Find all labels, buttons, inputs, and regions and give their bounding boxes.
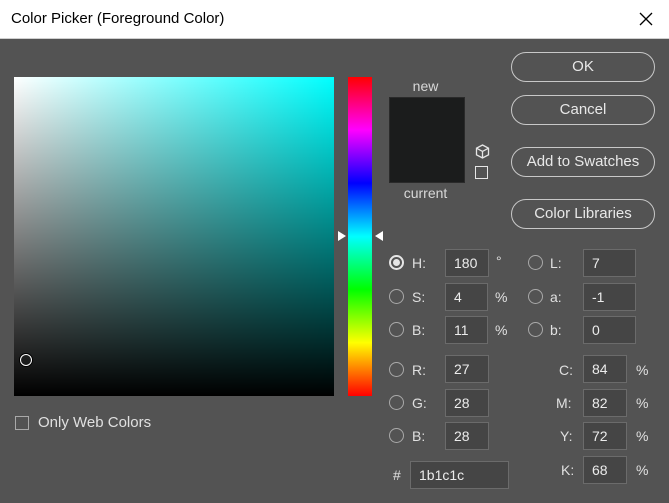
lab-a-label: a: — [550, 289, 562, 305]
black-label: K: — [561, 462, 575, 478]
lab-b-label: b: — [550, 322, 562, 338]
degree-unit: ° — [496, 253, 502, 269]
green-radio[interactable] — [389, 395, 404, 410]
green-label: G: — [412, 395, 427, 411]
current-color-swatch[interactable] — [389, 140, 465, 183]
saturation-input[interactable]: 4 — [445, 283, 488, 311]
magenta-label: M: — [556, 395, 572, 411]
saturation-radio[interactable] — [389, 289, 404, 304]
hue-label: H: — [412, 255, 426, 271]
brightness-radio[interactable] — [389, 322, 404, 337]
new-color-swatch — [389, 97, 465, 141]
add-to-swatches-button[interactable]: Add to Swatches — [511, 147, 655, 177]
yellow-label: Y: — [560, 428, 573, 444]
lab-l-label: L: — [550, 255, 562, 271]
out-of-gamut-cube-icon[interactable] — [475, 144, 490, 159]
saturation-unit: % — [495, 289, 508, 305]
magenta-input[interactable]: 82 — [583, 389, 627, 417]
color-field-marker[interactable] — [20, 354, 32, 366]
hue-slider-left-arrow-icon[interactable] — [338, 231, 346, 241]
close-button[interactable] — [623, 0, 669, 38]
current-label: current — [403, 185, 448, 201]
yellow-unit: % — [636, 428, 649, 444]
green-input[interactable]: 28 — [445, 389, 489, 417]
web-safe-color-icon[interactable] — [475, 166, 488, 179]
only-web-colors-label: Only Web Colors — [38, 414, 152, 431]
only-web-colors-checkbox[interactable] — [15, 416, 29, 430]
hex-input[interactable]: 1b1c1c — [410, 461, 509, 489]
ok-button[interactable]: OK — [511, 52, 655, 82]
red-input[interactable]: 27 — [445, 355, 489, 383]
hex-label: # — [393, 467, 401, 483]
red-label: R: — [412, 362, 426, 378]
cyan-label: C: — [559, 362, 573, 378]
title-bar: Color Picker (Foreground Color) — [0, 0, 669, 39]
close-icon — [639, 12, 653, 26]
black-input[interactable]: 68 — [583, 456, 627, 484]
lab-b-radio[interactable] — [528, 322, 543, 337]
new-label: new — [412, 78, 439, 94]
black-unit: % — [636, 462, 649, 478]
yellow-input[interactable]: 72 — [583, 422, 627, 450]
brightness-unit: % — [495, 322, 508, 338]
hue-radio[interactable] — [389, 255, 404, 270]
lab-b-input[interactable]: 0 — [583, 316, 636, 344]
hue-input[interactable]: 180 — [445, 249, 489, 277]
color-libraries-button[interactable]: Color Libraries — [511, 199, 655, 229]
blue-input[interactable]: 28 — [445, 422, 489, 450]
cyan-input[interactable]: 84 — [583, 355, 627, 383]
lab-a-radio[interactable] — [528, 289, 543, 304]
saturation-label: S: — [412, 289, 426, 305]
hue-slider[interactable] — [348, 77, 372, 396]
red-radio[interactable] — [389, 362, 404, 377]
lab-l-radio[interactable] — [528, 255, 543, 270]
lab-l-input[interactable]: 7 — [583, 249, 636, 277]
color-field[interactable] — [14, 77, 334, 396]
window-title: Color Picker (Foreground Color) — [11, 10, 225, 27]
blue-label: B: — [412, 428, 426, 444]
cancel-button[interactable]: Cancel — [511, 95, 655, 125]
brightness-input[interactable]: 11 — [445, 316, 488, 344]
cyan-unit: % — [636, 362, 649, 378]
magenta-unit: % — [636, 395, 649, 411]
brightness-label: B: — [412, 322, 426, 338]
blue-radio[interactable] — [389, 428, 404, 443]
hue-slider-right-arrow-icon[interactable] — [375, 231, 383, 241]
lab-a-input[interactable]: -1 — [583, 283, 636, 311]
